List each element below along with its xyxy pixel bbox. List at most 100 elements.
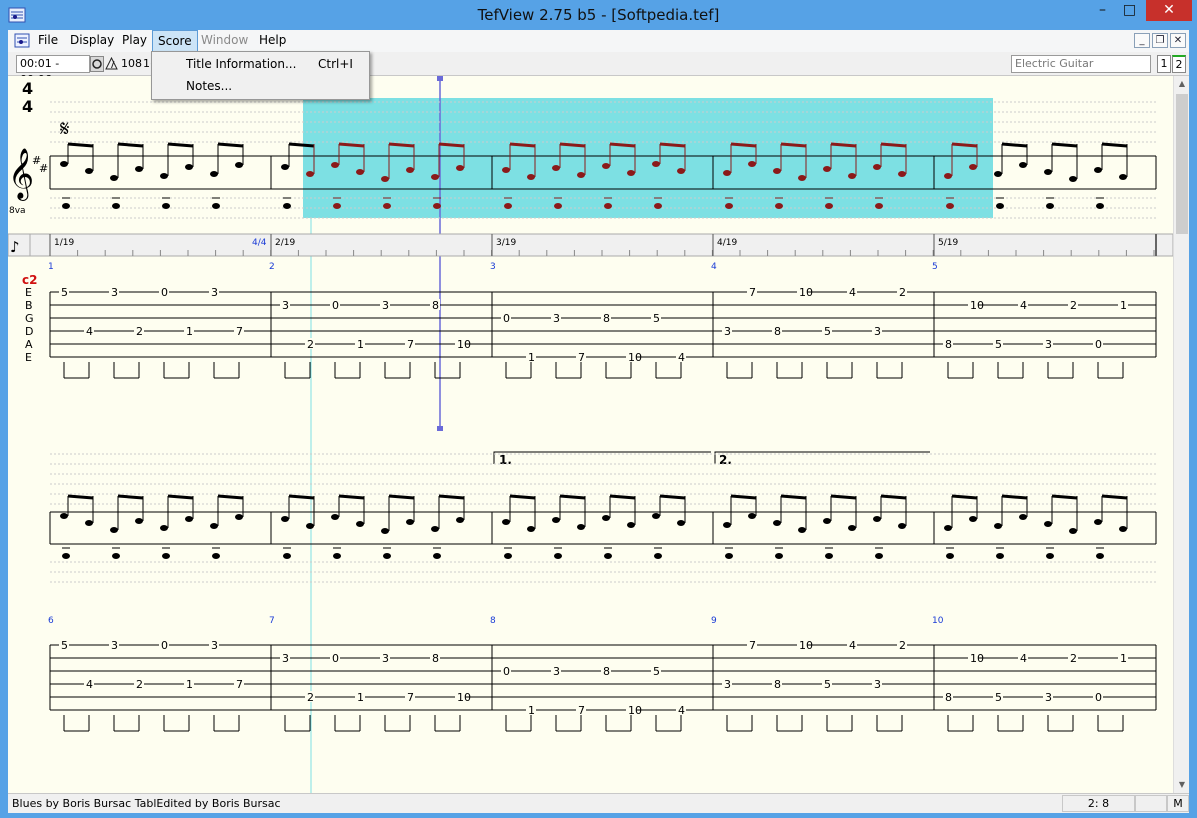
note-beam [780,142,807,148]
bass-note-head [875,203,883,209]
note-beam [1101,494,1128,500]
bass-note-head [112,553,120,559]
note-head [306,523,314,529]
menu-help[interactable]: Help [259,33,286,47]
note-beam [117,142,144,148]
note-head [748,161,756,167]
note-beam [830,142,857,148]
note-head [994,523,1002,529]
mdi-minimize-button[interactable]: _ [1134,33,1150,48]
note-head [1069,528,1077,534]
menu-item-title-information-shortcut: Ctrl+I [318,57,353,71]
instrument-field[interactable]: Electric Guitar [1011,55,1151,73]
menu-file[interactable]: File [38,33,58,47]
note-head [381,528,389,534]
note-head [502,167,510,173]
bass-note-head [62,203,70,209]
fret-number: 4 [1020,652,1027,665]
note-head [873,516,881,522]
note-beam [730,494,757,500]
fret-number: 3 [724,325,731,338]
menu-display[interactable]: Display [70,33,114,47]
note-head [110,175,118,181]
note-head [431,526,439,532]
string-name-6: E [25,351,32,364]
string-name-2: B [25,299,33,312]
note-beam [509,142,536,148]
string-names: E B G D A E [25,286,34,364]
menu-score[interactable]: Score [152,30,198,52]
system-2-notes [60,494,1128,559]
note-head [135,518,143,524]
menu-item-notes[interactable]: Notes... [152,76,369,97]
mdi-restore-button[interactable]: ❐ [1152,33,1168,48]
note-beam [288,142,315,148]
note-beam [1101,142,1128,148]
minimize-button[interactable]: – [1089,0,1116,21]
ending-1-label: 1. [499,453,512,467]
note-head [281,164,289,170]
note-head [677,168,685,174]
time-range-field: 00:01 - 00:06 [16,55,90,86]
scroll-thumb[interactable] [1176,94,1188,234]
note-head [552,517,560,523]
fret-number: 1 [1120,299,1127,312]
time-signature-top: 4 [22,79,33,98]
fret-number: 7 [236,678,243,691]
fret-number: 3 [111,639,118,652]
menu-play[interactable]: Play [122,33,147,47]
bass-note-head [504,553,512,559]
vertical-scrollbar[interactable]: ▲ ▼ [1173,76,1189,793]
measure-number-2: 2 [269,262,275,272]
note-head [944,525,952,531]
measure-number-9: 9 [711,616,717,626]
app-window: TefView 2.75 b5 - [Softpedia.tef] – □ ✕ … [0,0,1197,818]
cursor-handle-top[interactable] [437,76,443,81]
note-beam [609,494,636,500]
bass-note-head [433,203,441,209]
fret-number: 3 [874,325,881,338]
fret-number: 1 [357,338,364,351]
note-head [773,520,781,526]
system-1-tab: 5432013732013781001378105437810543281054… [49,286,1157,379]
fret-number: 3 [382,652,389,665]
scroll-up-icon[interactable]: ▲ [1174,76,1190,92]
bass-note-head [383,553,391,559]
track-2-button[interactable]: 2 [1172,55,1186,73]
maximize-button[interactable]: □ [1116,0,1143,21]
ruler-mark-4: 4/19 [717,238,737,248]
score-area[interactable]: 4 4 𝄋 𝄞 8va # # ♪ 1/19 4/4 2/19 3/19 4/1… [8,76,1173,793]
scroll-down-icon[interactable]: ▼ [1174,777,1190,793]
note-beam [388,142,415,148]
cursor-handle-bottom[interactable] [437,426,443,431]
fret-number: 7 [407,691,414,704]
menu-window[interactable]: Window [201,33,248,47]
score-canvas[interactable]: 4 4 𝄋 𝄞 8va # # ♪ 1/19 4/4 2/19 3/19 4/1… [8,76,1173,793]
bass-note-head [283,203,291,209]
metronome-icon[interactable] [105,57,118,70]
status-bar: Blues by Boris Bursac TablEdited by Bori… [8,793,1189,813]
fret-number: 2 [136,325,143,338]
note-beam [117,494,144,500]
fret-number: 0 [332,299,339,312]
note-head [135,166,143,172]
measure-number-10: 10 [932,616,944,626]
ruler-mark-1: 1/19 [54,238,74,248]
document-icon[interactable] [14,33,30,48]
mdi-close-button[interactable]: ✕ [1170,33,1186,48]
timeline-ruler[interactable]: ♪ 1/19 4/4 2/19 3/19 4/19 5/19 [8,233,1173,257]
bass-note-head [383,203,391,209]
note-beam [609,142,636,148]
bass-note-head [1096,203,1104,209]
note-head [1044,521,1052,527]
note-head [848,173,856,179]
menu-item-title-information[interactable]: Title Information... Ctrl+I [152,54,369,75]
loop-icon[interactable] [90,56,104,72]
note-value-icon[interactable]: ♪ [10,238,20,256]
bass-note-head [554,203,562,209]
fret-number: 2 [899,639,906,652]
track-1-button[interactable]: 1 [1157,55,1171,73]
note-head [1119,526,1127,532]
close-button[interactable]: ✕ [1146,0,1192,21]
note-beam [559,494,586,500]
